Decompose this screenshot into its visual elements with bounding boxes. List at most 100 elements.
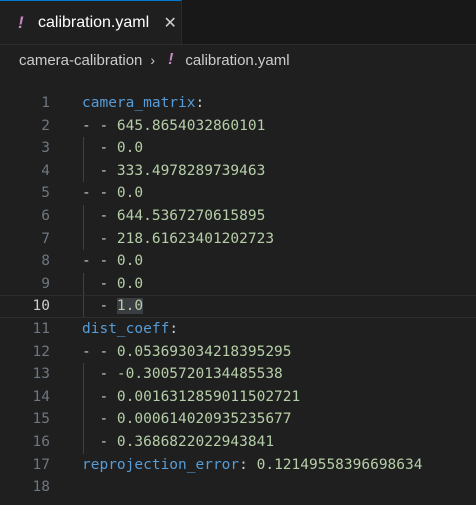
yaml-number-value: 0.0 — [116, 185, 144, 202]
code-line[interactable]: 18 — [0, 476, 476, 499]
editor-window: ! calibration.yaml ✕ camera-calibration … — [0, 0, 476, 505]
code-line[interactable]: 13 - -0.3005720134485538 — [0, 363, 476, 386]
list-marker: - - — [82, 185, 117, 202]
code-line[interactable]: 14 - 0.0016312859011502721 — [0, 385, 476, 409]
code-content: reprojection_error: 0.12149558396698634 — [82, 454, 422, 477]
yaml-number-value: 0.0 — [116, 253, 144, 270]
code-content: - 333.4978289739463 — [82, 160, 265, 183]
list-marker: - — [82, 298, 117, 315]
line-number: 5 — [41, 185, 50, 202]
line-number: 6 — [41, 207, 50, 224]
code-line[interactable]: 10 - 1.0 — [0, 295, 476, 318]
code-line[interactable]: 7 - 218.61623401202723 — [0, 227, 476, 251]
code-line[interactable]: 15 - 0.000614020935235677 — [0, 408, 476, 431]
list-marker: - — [82, 388, 117, 405]
code-line[interactable]: 8 - - 0.0 — [0, 250, 476, 273]
code-content: camera_matrix: — [82, 92, 204, 115]
code-content: - 0.0 — [82, 137, 143, 160]
close-icon[interactable]: ✕ — [162, 15, 178, 32]
yaml-number-value: 218.61623401202723 — [116, 230, 275, 247]
tab-calibration-yaml[interactable]: ! calibration.yaml ✕ — [0, 0, 182, 44]
code-line[interactable]: 4 - 333.4978289739463 — [0, 159, 476, 183]
code-line[interactable]: 6 - 644.5367270615895 — [0, 204, 476, 228]
tab-bar: ! calibration.yaml ✕ — [0, 0, 476, 45]
code-content: dist_coeff: — [82, 318, 178, 341]
yaml-colon: : — [195, 95, 205, 111]
line-number: 10 — [32, 298, 50, 315]
code-content: - 0.000614020935235677 — [82, 408, 292, 431]
yaml-number-value: 0.3686822022943841 — [116, 433, 275, 450]
code-content: - -0.3005720134485538 — [82, 363, 283, 386]
code-line[interactable]: 2 - - 645.8654032860101 — [0, 115, 476, 138]
yaml-number-value: 645.8654032860101 — [116, 117, 266, 134]
list-marker: - — [82, 433, 117, 450]
breadcrumb-folder[interactable]: camera-calibration — [19, 52, 142, 69]
line-number: 15 — [32, 411, 50, 428]
list-marker: - — [82, 140, 117, 157]
list-marker: - — [82, 207, 117, 224]
line-number: 3 — [41, 140, 50, 157]
code-line[interactable]: 5 - - 0.0 — [0, 182, 476, 205]
yaml-number-value: 0.000614020935235677 — [116, 411, 292, 428]
yaml-number-value: 0.0016312859011502721 — [116, 388, 301, 405]
list-marker: - — [82, 366, 117, 383]
line-number: 16 — [32, 433, 50, 450]
yaml-colon: : — [239, 456, 257, 473]
list-marker: - — [82, 162, 117, 179]
list-marker: - — [82, 230, 117, 247]
code-line[interactable]: 11 dist_coeff: — [0, 318, 476, 341]
yaml-key: camera_matrix — [82, 95, 196, 111]
chevron-right-icon: › — [150, 52, 156, 68]
yaml-number-value: 644.5367270615895 — [116, 207, 266, 224]
yaml-file-icon: ! — [168, 51, 174, 68]
list-marker: - — [82, 275, 117, 292]
code-line[interactable]: 9 - 0.0 — [0, 272, 476, 296]
yaml-file-icon: ! — [18, 12, 24, 32]
line-number: 4 — [41, 162, 50, 179]
yaml-number-value: 0.0 — [116, 140, 144, 157]
line-number: 1 — [41, 95, 50, 111]
code-content: - - 645.8654032860101 — [82, 115, 265, 138]
line-number: 11 — [32, 320, 50, 337]
code-content: - 1.0 — [82, 296, 144, 317]
line-number: 7 — [41, 230, 50, 247]
line-number: 9 — [41, 275, 50, 292]
code-content: - 0.0016312859011502721 — [82, 386, 300, 409]
yaml-number-value: 0.053693034218395295 — [116, 343, 292, 360]
code-content: - 0.3686822022943841 — [82, 431, 274, 454]
code-content: - - 0.053693034218395295 — [82, 341, 292, 364]
code-line[interactable]: 17 reprojection_error: 0.1214955839669863… — [0, 454, 476, 477]
list-marker: - — [82, 411, 117, 428]
code-editor[interactable]: 1 camera_matrix: 2- - 645.8654032860101 3 -… — [0, 92, 476, 499]
yaml-key: reprojection_error — [82, 456, 240, 473]
line-number: 2 — [41, 117, 50, 134]
line-number: 14 — [32, 388, 50, 405]
yaml-number-value: 1.0 — [116, 298, 144, 315]
yaml-number-value: 0.0 — [116, 275, 144, 292]
line-number: 18 — [32, 479, 50, 496]
list-marker: - - — [82, 117, 117, 134]
code-content: - 218.61623401202723 — [82, 228, 274, 251]
line-number: 12 — [32, 343, 50, 360]
code-content: - 644.5367270615895 — [82, 205, 265, 228]
line-number: 8 — [41, 253, 50, 270]
code-content: - - 0.0 — [82, 250, 143, 273]
code-line[interactable]: 12 - - 0.053693034218395295 — [0, 341, 476, 364]
code-line[interactable]: 3 - 0.0 — [0, 137, 476, 160]
list-marker: - - — [82, 253, 117, 270]
yaml-number-value: 0.12149558396698634 — [256, 456, 423, 473]
code-content: - - 0.0 — [82, 182, 143, 205]
code-line[interactable]: 16 - 0.3686822022943841 — [0, 430, 476, 454]
yaml-number-value: -0.3005720134485538 — [116, 366, 283, 383]
line-number: 13 — [32, 366, 50, 383]
yaml-key: dist_coeff — [82, 320, 170, 337]
breadcrumb-file[interactable]: calibration.yaml — [185, 52, 289, 69]
code-line[interactable]: 1 camera_matrix: — [0, 92, 476, 115]
code-content: - 0.0 — [82, 273, 143, 296]
breadcrumb: camera-calibration › ! calibration.yaml — [0, 47, 476, 73]
yaml-number-value: 333.4978289739463 — [116, 162, 266, 179]
yaml-colon: : — [169, 320, 179, 337]
line-number: 17 — [32, 456, 50, 473]
list-marker: - - — [82, 343, 117, 360]
tab-label: calibration.yaml — [38, 13, 150, 31]
